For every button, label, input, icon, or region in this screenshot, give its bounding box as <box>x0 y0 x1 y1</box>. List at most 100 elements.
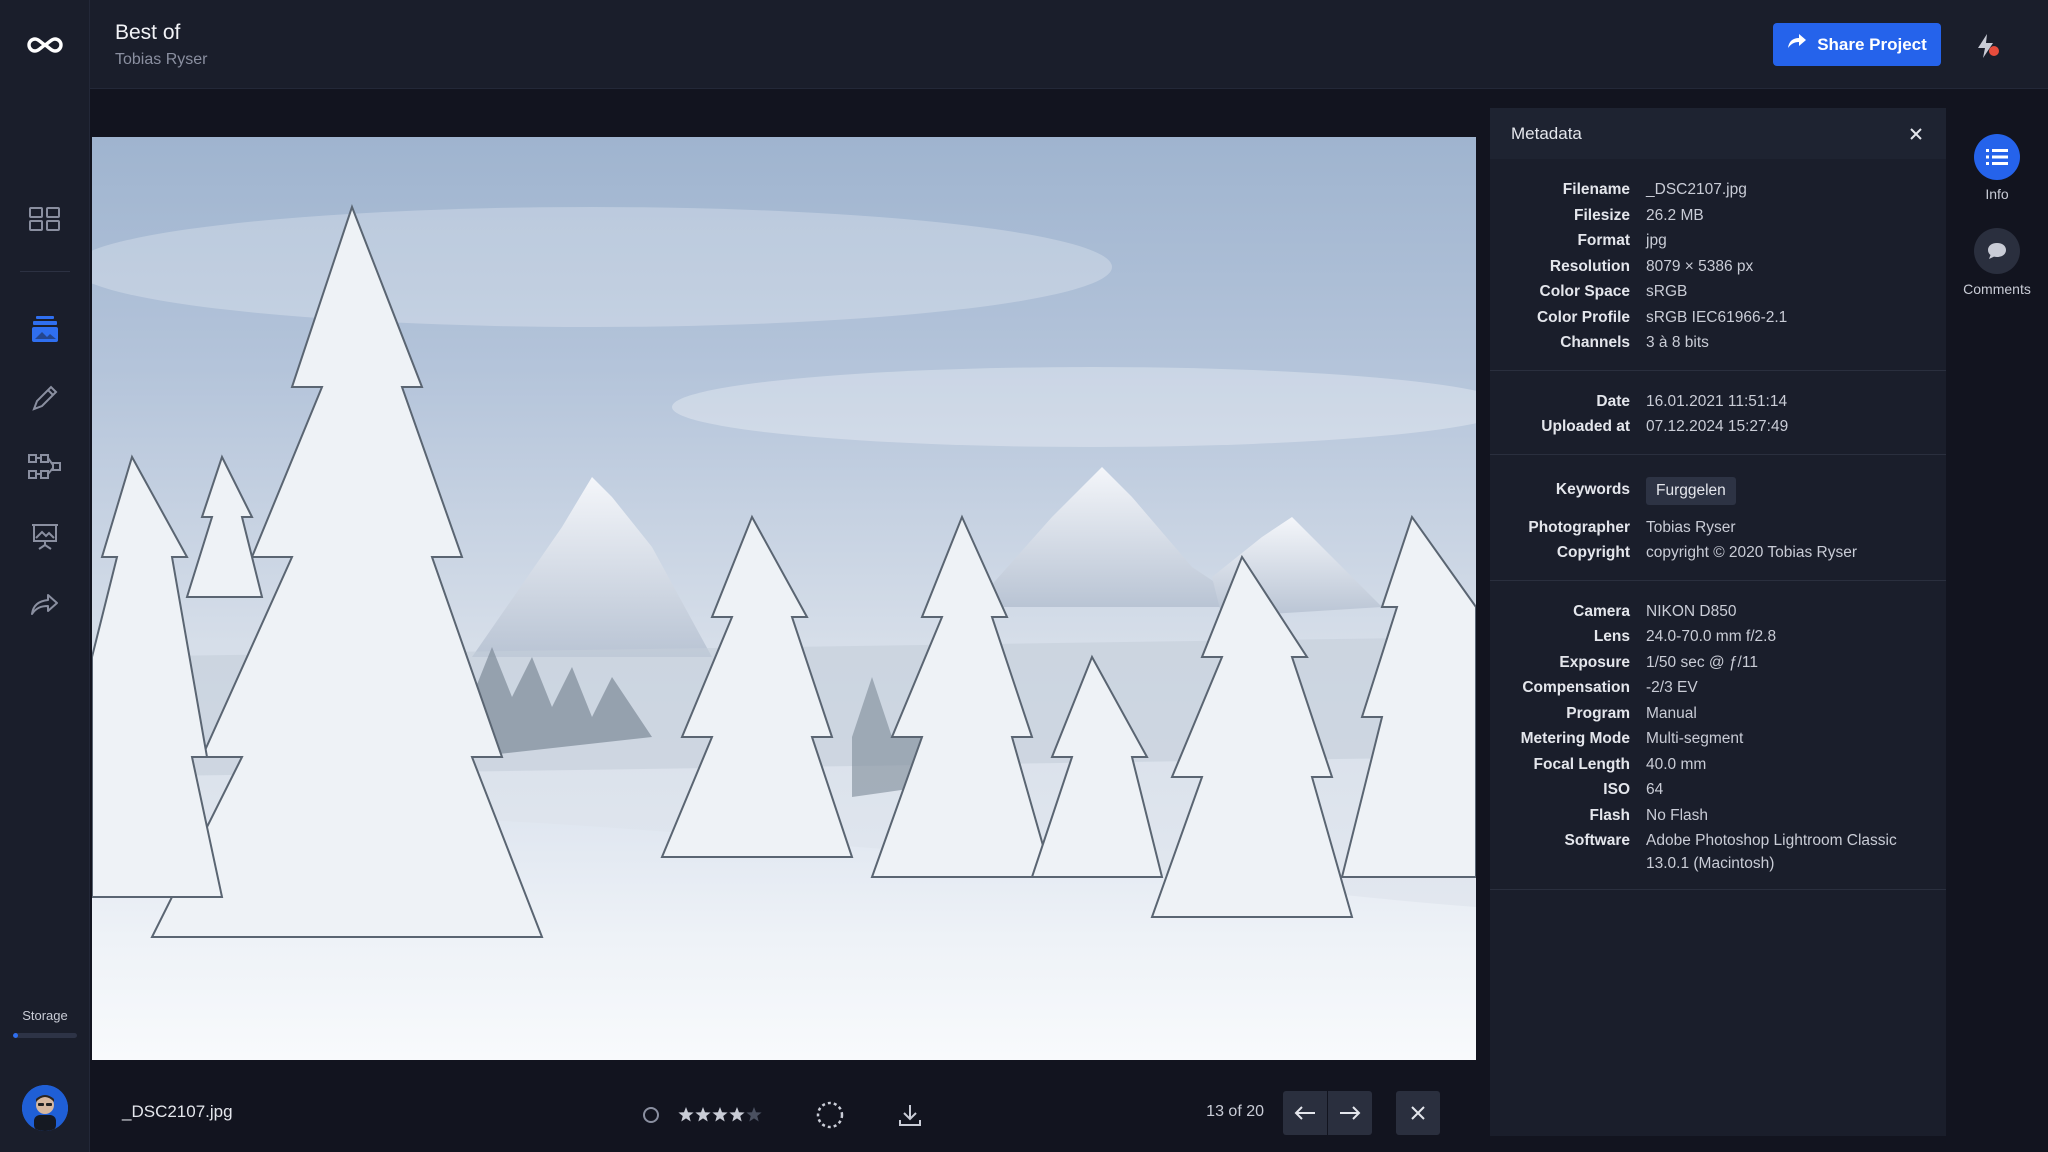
keywords-row: Keywords Furggelen <box>1490 473 1946 505</box>
gallery-icon[interactable] <box>26 310 64 348</box>
next-image-button[interactable] <box>1328 1091 1372 1135</box>
star-filled-icon[interactable] <box>712 1107 728 1122</box>
list-icon <box>1986 149 2008 165</box>
meta-label: Focal Length <box>1533 755 1630 773</box>
meta-row: Focal Length 40.0 mm <box>1490 752 1946 778</box>
meta-row: Channels 3 à 8 bits <box>1490 330 1946 356</box>
meta-value: sRGB <box>1646 283 1688 300</box>
star-filled-icon[interactable] <box>729 1107 745 1122</box>
meta-row: Flash No Flash <box>1490 803 1946 829</box>
meta-row: Color Space sRGB <box>1490 279 1946 305</box>
meta-label: Color Profile <box>1536 308 1630 326</box>
metadata-panel-header: Metadata <box>1490 108 1946 159</box>
storage-fill <box>13 1033 19 1038</box>
meta-label: Lens <box>1593 628 1630 645</box>
meta-value: sRGB IEC61966-2.1 <box>1646 308 1788 326</box>
main-photo[interactable] <box>92 137 1476 1060</box>
storage-bar[interactable] <box>13 1033 77 1038</box>
meta-row: Photographer Tobias Ryser <box>1490 515 1946 541</box>
download-icon[interactable] <box>894 1100 926 1130</box>
metadata-panel: Metadata Filename _DSC2107.jpg Filesize 26… <box>1490 108 1946 1136</box>
meta-label: Program <box>1566 704 1630 722</box>
meta-value: copyright © 2020 Tobias Ryser <box>1646 544 1858 561</box>
meta-value: 40.0 mm <box>1646 755 1707 773</box>
meta-value: Adobe Photoshop Lightroom Classic 13.0.1… <box>1646 832 1897 872</box>
meta-row: Format jpg <box>1490 228 1946 254</box>
share-button-label: Share Project <box>1817 34 1927 54</box>
close-panel-icon[interactable] <box>1906 124 1926 144</box>
meta-value: 24.0-70.0 mm f/2.8 <box>1646 628 1777 645</box>
comments-label: Comments <box>1963 281 2031 297</box>
previous-image-button[interactable] <box>1283 1091 1327 1135</box>
meta-row: Color Profile sRGB IEC61966-2.1 <box>1490 305 1946 331</box>
meta-label: Filesize <box>1574 206 1630 224</box>
project-subtitle: Tobias Ryser <box>115 51 208 68</box>
credits-section: Keywords Furggelen Photographer Tobias Ry… <box>1490 455 1946 581</box>
meta-row: Copyright copyright © 2020 Tobias Ryser <box>1490 540 1946 566</box>
meta-label: Format <box>1577 232 1630 249</box>
meta-label: Color Space <box>1539 283 1630 300</box>
star-filled-icon[interactable] <box>695 1107 711 1122</box>
meta-row: Software Adobe Photoshop Lightroom Classi… <box>1490 828 1946 875</box>
meta-label: ISO <box>1603 781 1630 798</box>
metadata-title: Metadata <box>1511 123 1582 143</box>
meta-row: Metering Mode Multi-segment <box>1490 726 1946 752</box>
meta-row: Exposure 1/50 sec @ ƒ/11 <box>1490 650 1946 676</box>
storage-label: Storage <box>22 1008 68 1023</box>
star-empty-icon[interactable] <box>746 1107 762 1122</box>
info-button[interactable] <box>1974 134 2020 180</box>
meta-value: 16.01.2021 11:51:14 <box>1646 392 1788 410</box>
meta-row: Filesize 26.2 MB <box>1490 203 1946 229</box>
project-title: Best of <box>115 21 181 44</box>
meta-row: Program Manual <box>1490 701 1946 727</box>
avatar[interactable] <box>22 1085 68 1131</box>
meta-value: _DSC2107.jpg <box>1646 181 1747 198</box>
sidebar-divider <box>20 271 70 272</box>
notifications-bolt-icon[interactable] <box>1974 32 2002 60</box>
app-logo-icon[interactable] <box>24 30 66 60</box>
file-info-section: Filename _DSC2107.jpg Filesize 26.2 MB For… <box>1490 159 1946 371</box>
dates-section: Date 16.01.2021 11:51:14 Uploaded at 07.12… <box>1490 371 1946 455</box>
meta-label: Camera <box>1573 602 1630 620</box>
close-viewer-button[interactable] <box>1396 1091 1440 1135</box>
meta-row: Resolution 8079 × 5386 px <box>1490 254 1946 280</box>
meta-label: Channels <box>1560 334 1630 351</box>
meta-row: Compensation -2/3 EV <box>1490 675 1946 701</box>
meta-value: 8079 × 5386 px <box>1646 257 1754 275</box>
meta-row: Filename _DSC2107.jpg <box>1490 177 1946 203</box>
image-counter: 13 of 20 <box>1206 1103 1264 1120</box>
star-filled-icon[interactable] <box>678 1107 694 1122</box>
star-rating[interactable] <box>678 1104 764 1126</box>
meta-row: ISO 64 <box>1490 777 1946 803</box>
meta-label: Filename <box>1562 181 1630 198</box>
grid-icon[interactable] <box>26 200 64 238</box>
meta-label: Metering Mode <box>1520 730 1630 747</box>
comments-button[interactable] <box>1974 228 2020 274</box>
meta-value: jpg <box>1646 232 1667 249</box>
keyword-tag[interactable]: Furggelen <box>1646 476 1736 505</box>
camera-section: Camera NIKON D850 Lens 24.0-70.0 mm f/2.8 … <box>1490 581 1946 890</box>
meta-row: Date 16.01.2021 11:51:14 <box>1490 389 1946 415</box>
info-label: Info <box>1985 186 2009 202</box>
pen-icon[interactable] <box>26 379 64 417</box>
meta-row: Uploaded at 07.12.2024 15:27:49 <box>1490 414 1946 440</box>
meta-value: 26.2 MB <box>1646 206 1704 224</box>
workflow-icon[interactable] <box>26 448 64 486</box>
loading-spinner-icon[interactable] <box>814 1099 846 1131</box>
notification-badge <box>1989 46 1999 56</box>
meta-label: Photographer <box>1528 518 1630 536</box>
meta-value: No Flash <box>1646 806 1709 824</box>
comment-bubble-icon <box>1988 243 2006 259</box>
presentation-icon[interactable] <box>26 517 64 555</box>
meta-label: Date <box>1596 392 1630 410</box>
share-icon[interactable] <box>26 586 64 624</box>
meta-row: Lens 24.0-70.0 mm f/2.8 <box>1490 624 1946 650</box>
keywords-list: Furggelen <box>1646 473 1931 505</box>
meta-label: Software <box>1564 832 1630 849</box>
color-label-icon[interactable] <box>640 1104 662 1126</box>
share-project-button[interactable]: Share Project <box>1773 23 1941 66</box>
meta-value: Multi-segment <box>1646 730 1744 747</box>
meta-value: 07.12.2024 15:27:49 <box>1646 418 1789 435</box>
meta-label: Uploaded at <box>1541 418 1630 435</box>
meta-value: Tobias Ryser <box>1646 518 1736 536</box>
